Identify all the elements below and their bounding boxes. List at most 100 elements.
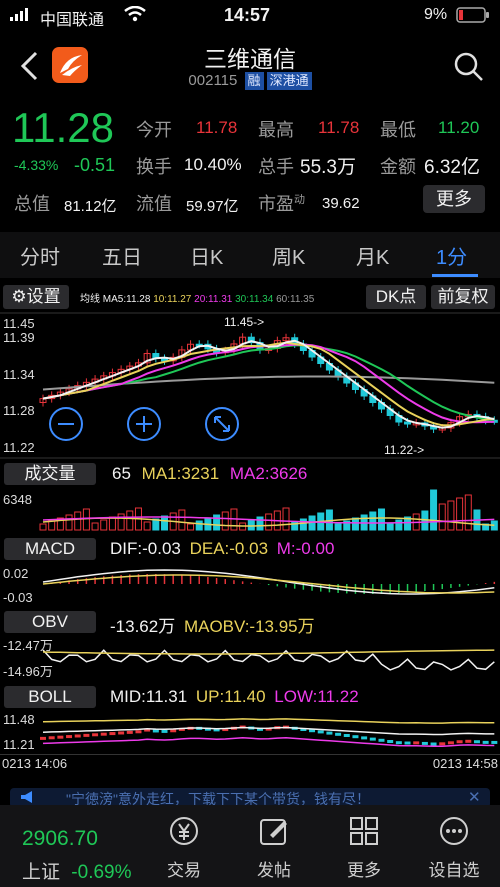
volume-bar <box>100 519 108 531</box>
volume-ma2: MA2:3626 <box>229 464 308 483</box>
adjust-button[interactable]: 前复权 <box>431 285 495 309</box>
boll-candle <box>100 732 107 736</box>
boll-candle <box>482 740 489 744</box>
volume-bar <box>351 517 359 531</box>
yen-icon <box>170 817 198 845</box>
volume-bar <box>213 514 221 531</box>
boll-chart: 11.48 11.21 <box>3 712 498 752</box>
float-cap-value: 59.97亿 <box>186 198 239 215</box>
obv-ma-line <box>42 649 495 655</box>
obv-indicator-button[interactable]: OBV <box>4 611 96 633</box>
turnover-label: 换手 <box>136 157 172 177</box>
zoom-in-button[interactable] <box>126 406 162 447</box>
volume-bar <box>369 511 377 531</box>
market-cap-value: 81.12亿 <box>64 198 117 215</box>
volume-bar <box>377 508 385 531</box>
battery-icon <box>456 7 490 29</box>
boll-candle <box>378 738 385 742</box>
edit-icon <box>260 819 287 845</box>
ma60-value: 60:11.35 <box>276 294 315 305</box>
tab-daily-k[interactable]: 日K <box>190 241 223 270</box>
boll-candle <box>335 732 342 736</box>
boll-axis-top: 11.48 <box>3 712 35 727</box>
volume-bar <box>299 518 307 531</box>
nav-watchlist[interactable]: 设自选 <box>418 815 490 881</box>
volume-bar <box>74 511 82 531</box>
ma30-value: 30:11.34 <box>235 294 274 305</box>
status-bar: 中国联通 14:57 9% <box>0 0 500 32</box>
tag-margin: 融 <box>244 72 264 90</box>
boll-candle <box>83 733 90 737</box>
boll-candle <box>352 735 359 739</box>
wifi-icon <box>124 5 146 27</box>
zoom-out-button[interactable] <box>48 406 84 447</box>
volume-bar <box>447 500 455 531</box>
ma5-value: MA5:11.28 <box>102 294 151 305</box>
volume-bar <box>126 510 134 531</box>
dk-point-button[interactable]: DK点 <box>366 285 426 309</box>
search-button[interactable] <box>452 50 484 87</box>
volume-bar <box>178 509 186 531</box>
minus-circle-icon <box>49 407 83 441</box>
volume-bar <box>256 516 264 531</box>
boll-candle <box>369 737 376 741</box>
tab-one-minute[interactable]: 1分 <box>436 241 467 270</box>
time-axis-line <box>0 754 500 755</box>
obv-value: -13.62万 <box>110 617 176 636</box>
settings-button[interactable]: ⚙设置 <box>3 285 69 309</box>
nav-more[interactable]: 更多 <box>328 815 400 881</box>
high-label: 最高 <box>258 120 294 140</box>
boll-candle <box>343 734 350 737</box>
tab-weekly-k[interactable]: 周K <box>272 241 305 270</box>
boll-candle <box>152 729 159 733</box>
nav-trade[interactable]: 交易 <box>148 815 220 881</box>
volume-chart: 6348 <box>3 489 498 531</box>
macd-legend: DIF:-0.03 DEA:-0.03 M:-0.00 <box>110 539 334 559</box>
volume-indicator-button[interactable]: 成交量 <box>4 463 96 485</box>
plus-circle-icon <box>127 407 161 441</box>
macd-dif: DIF:-0.03 <box>110 539 181 558</box>
boll-candle <box>404 741 411 745</box>
index-name: 上证 <box>22 862 61 883</box>
macd-chart: 0.02 -0.03 <box>3 566 496 605</box>
period-tabs: 分时 五日 日K 周K 月K 1分 <box>0 232 500 278</box>
boll-candle <box>439 742 446 746</box>
tab-intraday[interactable]: 分时 <box>20 241 60 270</box>
more-quote-button[interactable]: 更多 <box>423 185 485 213</box>
obv-ma: MAOBV:-13.95万 <box>183 617 315 636</box>
macd-indicator-button[interactable]: MACD <box>4 538 96 560</box>
stock-subtitle: 002115 融深港通 <box>0 72 500 90</box>
boll-candle <box>456 740 463 744</box>
nav-post-label: 发帖 <box>257 861 291 880</box>
boll-legend: MID:11.31 UP:11.40 LOW:11.22 <box>110 687 359 707</box>
y-tick-1139: 11.39 <box>3 330 35 345</box>
boll-candle <box>48 736 55 740</box>
index-change: -0.69% <box>71 862 132 883</box>
volume-bar <box>143 521 151 531</box>
fullscreen-button[interactable] <box>204 406 240 447</box>
bottom-bar: 2906.70 上证 -0.69% 交易 发帖 更多 设自选 <box>0 805 500 887</box>
open-label: 今开 <box>136 120 172 140</box>
index-value[interactable]: 2906.70 <box>22 827 98 851</box>
y-tick-1145: 11.45 <box>3 316 35 331</box>
tab-five-day[interactable]: 五日 <box>102 241 142 270</box>
boll-candle <box>421 741 428 745</box>
settings-label: 设置 <box>26 287 61 306</box>
tab-monthly-k[interactable]: 月K <box>356 241 389 270</box>
stock-code: 002115 <box>188 72 238 89</box>
volume-bar <box>108 516 116 531</box>
boll-candle <box>74 734 81 738</box>
macd-dif-line <box>42 569 495 595</box>
index-line[interactable]: 上证 -0.69% <box>22 857 132 884</box>
market-cap-label: 总值 <box>14 194 50 214</box>
volume-bar <box>195 520 203 531</box>
ma-legend: 均线 MA5:11.28 10:11.27 20:11.31 30:11.34 … <box>80 290 314 305</box>
signal-icon <box>10 7 32 26</box>
gear-icon: ⚙ <box>11 287 27 306</box>
boll-indicator-button[interactable]: BOLL <box>4 686 96 708</box>
volume-bar <box>65 514 73 531</box>
volume-bar <box>265 513 273 531</box>
close-banner-icon[interactable]: ✕ <box>468 788 481 806</box>
expand-icon <box>205 407 239 441</box>
nav-post[interactable]: 发帖 <box>238 815 310 881</box>
